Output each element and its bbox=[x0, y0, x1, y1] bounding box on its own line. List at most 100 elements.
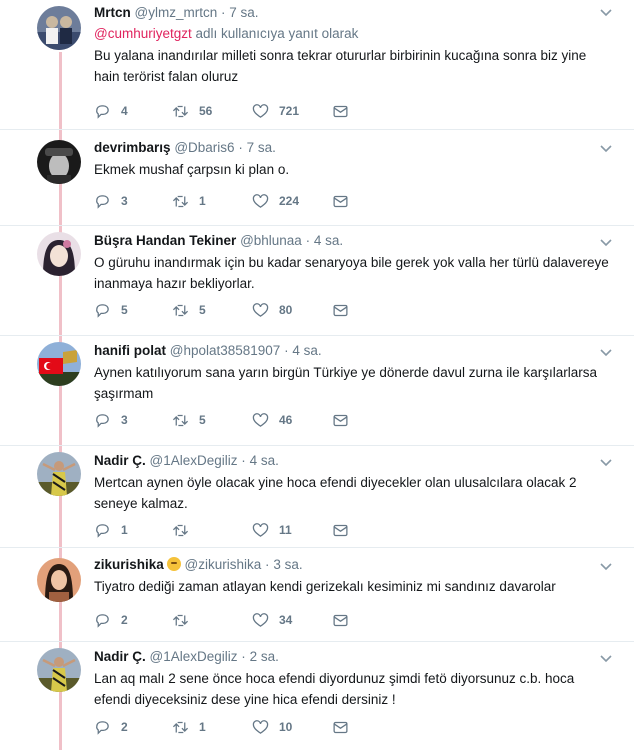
timestamp[interactable]: 4 sa. bbox=[314, 233, 343, 248]
retweet-count: 56 bbox=[199, 104, 213, 118]
direct-message-button[interactable] bbox=[332, 192, 359, 210]
timestamp[interactable]: 2 sa. bbox=[250, 649, 279, 664]
reply-icon bbox=[96, 413, 109, 428]
user-handle[interactable]: @1AlexDegiliz bbox=[150, 453, 238, 468]
direct-message-button[interactable] bbox=[332, 102, 359, 120]
like-button[interactable]: 224 bbox=[252, 192, 299, 210]
timestamp[interactable]: 3 sa. bbox=[273, 557, 302, 572]
chevron-down-icon[interactable] bbox=[600, 652, 612, 666]
chevron-down-icon[interactable] bbox=[600, 142, 612, 156]
tweet-actions: 3 1 224 bbox=[94, 192, 394, 210]
tweet-text: O güruhu inandırmak için bu kadar senary… bbox=[94, 255, 609, 291]
chevron-down-icon[interactable] bbox=[600, 456, 612, 470]
reply-count: 1 bbox=[121, 523, 128, 537]
tweet-header: Mrtcn @ylmz_mrtcn · 7 sa. bbox=[94, 4, 612, 22]
tweet-text: Ekmek mushaf çarpsın ki plan o. bbox=[94, 162, 290, 177]
retweet-button[interactable] bbox=[172, 611, 209, 629]
separator: · bbox=[221, 5, 226, 20]
direct-message-button[interactable] bbox=[332, 611, 359, 629]
retweet-button[interactable]: 56 bbox=[172, 102, 212, 120]
tweet-body: Nadir Ç. @1AlexDegiliz · 4 sa. Mertcan a… bbox=[94, 452, 612, 514]
avatar[interactable] bbox=[37, 558, 81, 602]
tweet-body: hanifi polat @hpolat38581907 · 4 sa. Ayn… bbox=[94, 342, 612, 404]
user-handle[interactable]: @hpolat38581907 bbox=[170, 343, 281, 358]
like-count: 46 bbox=[279, 413, 293, 427]
like-button[interactable]: 11 bbox=[252, 521, 292, 539]
chevron-down-icon[interactable] bbox=[600, 236, 612, 250]
reply-button[interactable]: 5 bbox=[94, 301, 131, 319]
display-name[interactable]: Nadir Ç. bbox=[94, 649, 146, 664]
avatar[interactable] bbox=[37, 140, 81, 184]
message-icon bbox=[333, 304, 348, 316]
like-button[interactable]: 46 bbox=[252, 411, 292, 429]
direct-message-button[interactable] bbox=[332, 718, 359, 736]
tweet-body: Mrtcn @ylmz_mrtcn · 7 sa. @cumhuriyetgzt… bbox=[94, 4, 612, 87]
like-count: 10 bbox=[279, 720, 293, 734]
tweet-item[interactable]: Büşra Handan Tekiner @bhlunaa · 4 sa. O … bbox=[0, 226, 634, 336]
user-handle[interactable]: @ylmz_mrtcn bbox=[135, 5, 218, 20]
reply-button[interactable]: 2 bbox=[94, 611, 131, 629]
user-handle[interactable]: @1AlexDegiliz bbox=[150, 649, 238, 664]
timestamp[interactable]: 7 sa. bbox=[229, 5, 258, 20]
reply-count: 5 bbox=[121, 303, 128, 317]
tweet-item[interactable]: Nadir Ç. @1AlexDegiliz · 2 sa. Lan aq ma… bbox=[0, 642, 634, 750]
like-icon bbox=[252, 522, 269, 537]
retweet-button[interactable]: 5 bbox=[172, 301, 209, 319]
tweet-item[interactable]: devrimbarış @Dbaris6 · 7 sa. Ekmek musha… bbox=[0, 130, 634, 226]
avatar[interactable] bbox=[37, 648, 81, 692]
tweet-item[interactable]: hanifi polat @hpolat38581907 · 4 sa. Ayn… bbox=[0, 336, 634, 446]
display-name[interactable]: Büşra Handan Tekiner bbox=[94, 233, 236, 248]
avatar[interactable] bbox=[37, 342, 81, 386]
direct-message-button[interactable] bbox=[332, 411, 359, 429]
reply-button[interactable]: 4 bbox=[94, 102, 131, 120]
display-name[interactable]: Nadir Ç. bbox=[94, 453, 146, 468]
direct-message-button[interactable] bbox=[332, 521, 359, 539]
user-handle[interactable]: @zikurishika bbox=[185, 557, 262, 572]
reply-button[interactable]: 3 bbox=[94, 192, 131, 210]
display-name[interactable]: zikurishika bbox=[94, 557, 164, 572]
like-button[interactable]: 34 bbox=[252, 611, 292, 629]
timestamp[interactable]: 7 sa. bbox=[247, 140, 276, 155]
separator: · bbox=[241, 649, 246, 664]
reply-button[interactable]: 2 bbox=[94, 718, 131, 736]
direct-message-button[interactable] bbox=[332, 301, 359, 319]
tweet-item[interactable]: Nadir Ç. @1AlexDegiliz · 4 sa. Mertcan a… bbox=[0, 446, 634, 548]
timestamp[interactable]: 4 sa. bbox=[292, 343, 321, 358]
tweet-header: Büşra Handan Tekiner @bhlunaa · 4 sa. bbox=[94, 232, 612, 250]
retweet-button[interactable] bbox=[172, 521, 209, 539]
display-name[interactable]: devrimbarış bbox=[94, 140, 171, 155]
avatar[interactable] bbox=[37, 452, 81, 496]
chevron-down-icon[interactable] bbox=[600, 560, 612, 574]
retweet-icon bbox=[172, 721, 189, 733]
timestamp[interactable]: 4 sa. bbox=[250, 453, 279, 468]
tweet-actions: 2 1 10 bbox=[94, 718, 394, 736]
retweet-count: 1 bbox=[199, 194, 206, 208]
like-icon bbox=[252, 193, 269, 208]
avatar[interactable] bbox=[37, 6, 81, 50]
reply-button[interactable]: 1 bbox=[94, 521, 131, 539]
tweet-header: zikurishika @zikurishika · 3 sa. bbox=[94, 556, 612, 574]
message-icon bbox=[333, 721, 348, 733]
tweet-header: hanifi polat @hpolat38581907 · 4 sa. bbox=[94, 342, 612, 360]
reply-icon bbox=[96, 613, 109, 628]
reply-icon bbox=[96, 194, 109, 209]
retweet-button[interactable]: 1 bbox=[172, 192, 209, 210]
reply-mention-link[interactable]: @cumhuriyetgzt bbox=[94, 26, 192, 41]
like-button[interactable]: 10 bbox=[252, 718, 292, 736]
tweet-header: Nadir Ç. @1AlexDegiliz · 4 sa. bbox=[94, 452, 612, 470]
retweet-button[interactable]: 5 bbox=[172, 411, 209, 429]
user-handle[interactable]: @Dbaris6 bbox=[174, 140, 234, 155]
display-name[interactable]: Mrtcn bbox=[94, 5, 131, 20]
chevron-down-icon[interactable] bbox=[600, 346, 612, 360]
like-count: 721 bbox=[279, 104, 300, 118]
user-handle[interactable]: @bhlunaa bbox=[240, 233, 302, 248]
avatar[interactable] bbox=[37, 232, 81, 276]
reply-button[interactable]: 3 bbox=[94, 411, 131, 429]
chevron-down-icon[interactable] bbox=[600, 6, 612, 20]
retweet-button[interactable]: 1 bbox=[172, 718, 209, 736]
tweet-item[interactable]: zikurishika @zikurishika · 3 sa. Tiyatro… bbox=[0, 548, 634, 642]
like-button[interactable]: 80 bbox=[252, 301, 292, 319]
tweet-item[interactable]: Mrtcn @ylmz_mrtcn · 7 sa. @cumhuriyetgzt… bbox=[0, 0, 634, 130]
display-name[interactable]: hanifi polat bbox=[94, 343, 166, 358]
like-button[interactable]: 721 bbox=[252, 102, 299, 120]
